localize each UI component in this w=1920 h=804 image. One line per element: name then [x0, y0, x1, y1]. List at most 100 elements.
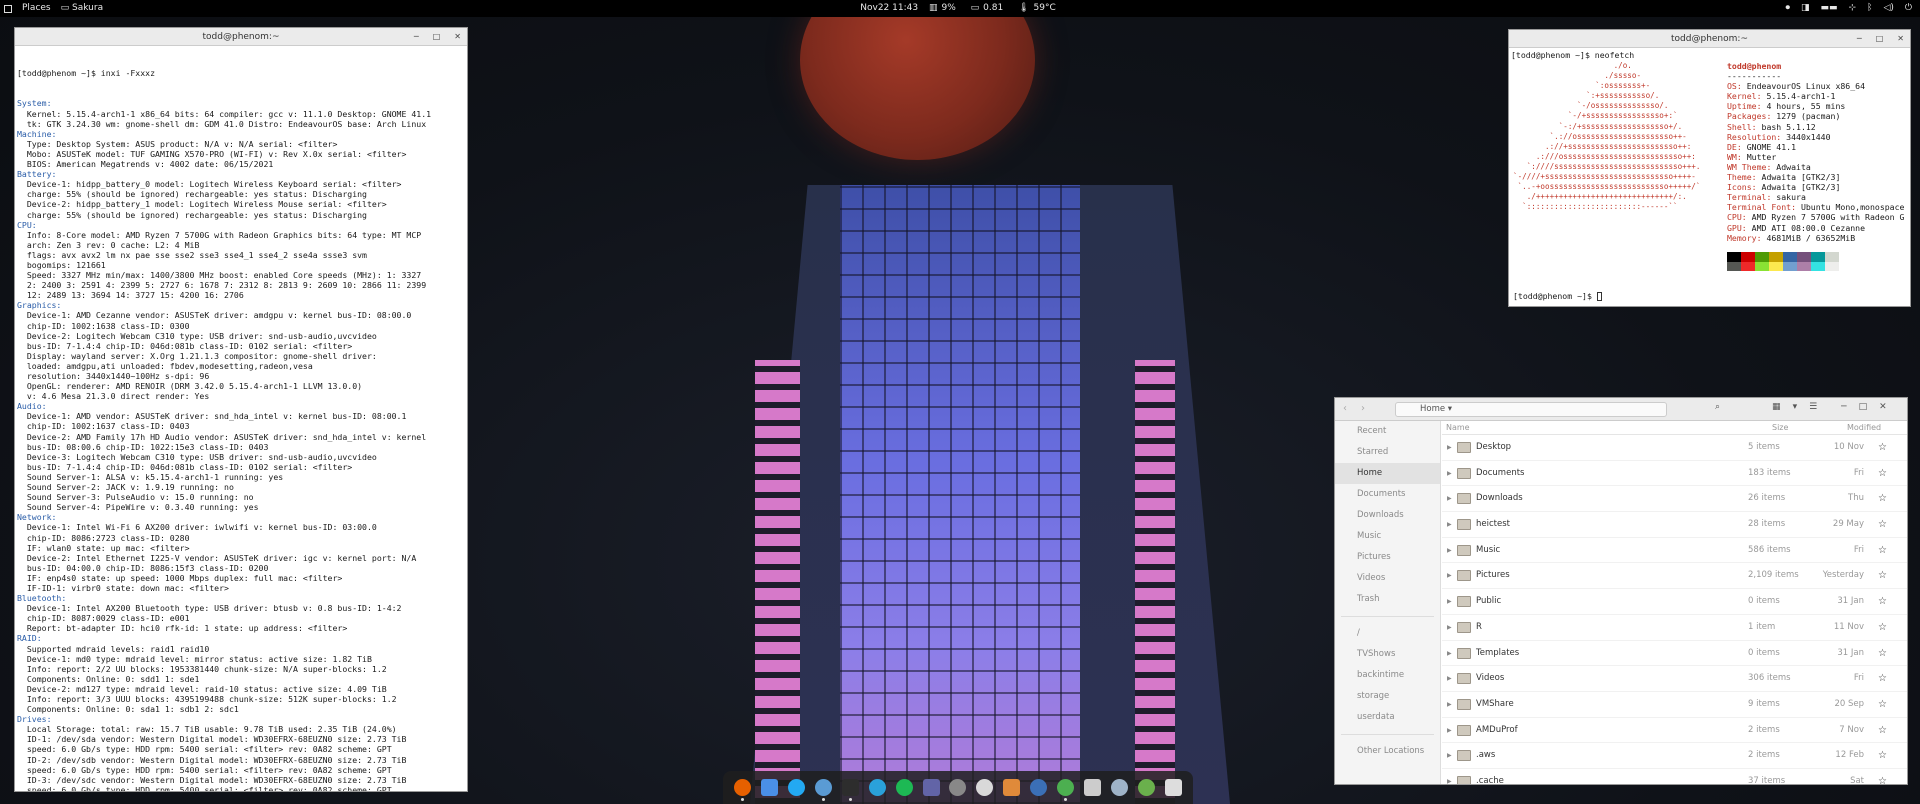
sidebar-item-music[interactable]: Music [1335, 526, 1440, 547]
file-row[interactable]: ▶ VMShare 9 items 20 Sep ☆ [1442, 692, 1907, 718]
star-icon[interactable]: ☆ [1878, 563, 1887, 588]
sidebar-item-mount[interactable]: / [1335, 623, 1440, 644]
terminal-icon[interactable] [841, 779, 859, 801]
activities-icon[interactable] [4, 4, 12, 13]
back-button[interactable]: ‹ [1343, 403, 1347, 414]
sidebar-item-videos[interactable]: Videos [1335, 568, 1440, 589]
bag-icon[interactable] [976, 779, 994, 796]
files-icon[interactable] [814, 779, 832, 801]
star-icon[interactable]: ☆ [1878, 718, 1887, 743]
minimize-button[interactable]: ─ [1857, 30, 1862, 48]
vpn-icon[interactable] [1030, 779, 1048, 796]
expand-arrow-icon[interactable]: ▶ [1447, 624, 1452, 631]
clock[interactable]: Nov22 11:43 [860, 3, 918, 13]
file-row[interactable]: ▶ R 1 item 11 Nov ☆ [1442, 615, 1907, 641]
path-bar[interactable]: Home ▾ [1395, 402, 1667, 417]
sidebar-item-home[interactable]: Home [1335, 463, 1440, 484]
file-row[interactable]: ▶ Templates 0 items 31 Jan ☆ [1442, 641, 1907, 667]
sidebar-item-pictures[interactable]: Pictures [1335, 547, 1440, 568]
bluetooth-icon[interactable]: ᛒ [1867, 0, 1872, 17]
star-icon[interactable]: ☆ [1878, 692, 1887, 717]
file-row[interactable]: ▶ .cache 37 items Sat ☆ [1442, 769, 1907, 784]
sidebar-item-mount[interactable]: userdata [1335, 707, 1440, 728]
sidebar-item-mount[interactable]: storage [1335, 686, 1440, 707]
view-options-icon[interactable]: ▾ [1793, 402, 1798, 412]
store-icon[interactable] [1138, 779, 1156, 796]
file-row[interactable]: ▶ AMDuProf 2 items 7 Nov ☆ [1442, 718, 1907, 744]
close-button[interactable]: ✕ [454, 28, 461, 46]
teams-icon[interactable] [922, 779, 940, 796]
screenshot-icon[interactable] [1111, 779, 1129, 796]
expand-arrow-icon[interactable]: ▶ [1447, 495, 1452, 502]
expand-arrow-icon[interactable]: ▶ [1447, 727, 1452, 734]
sidebar-item-recent[interactable]: Recent [1335, 421, 1440, 442]
expand-arrow-icon[interactable]: ▶ [1447, 752, 1452, 759]
sidebar-item-other-locations[interactable]: Other Locations [1335, 741, 1440, 762]
search-icon[interactable]: ⌕ [1715, 402, 1720, 412]
expand-arrow-icon[interactable]: ▶ [1447, 650, 1452, 657]
forward-button[interactable]: › [1361, 403, 1365, 414]
star-icon[interactable]: ☆ [1878, 743, 1887, 768]
name-column-header[interactable]: Name [1446, 421, 1470, 435]
sidebar-item-mount[interactable]: backintime [1335, 665, 1440, 686]
expand-arrow-icon[interactable]: ▶ [1447, 572, 1452, 579]
terminal-output[interactable]: [todd@phenom ~]$ inxi -Fxxxz System: Ker… [15, 46, 467, 791]
apps-grid-icon[interactable] [1164, 779, 1182, 796]
window-list-icon[interactable]: ▬▬ [1820, 0, 1837, 17]
expand-arrow-icon[interactable]: ▶ [1447, 778, 1452, 784]
app-menu[interactable]: ▭ Sakura [61, 0, 103, 17]
star-icon[interactable]: ☆ [1878, 435, 1887, 460]
terminal-titlebar[interactable]: todd@phenom:~ ─ □ ✕ [15, 28, 467, 46]
spotify-icon[interactable] [895, 779, 913, 796]
sidebar-item-documents[interactable]: Documents [1335, 484, 1440, 505]
minimize-button[interactable]: ─ [1841, 402, 1846, 412]
settings-icon[interactable] [1084, 779, 1102, 796]
file-row[interactable]: ▶ Music 586 items Fri ☆ [1442, 538, 1907, 564]
file-row[interactable]: ▶ heictest 28 items 29 May ☆ [1442, 512, 1907, 538]
star-icon[interactable]: ☆ [1878, 769, 1887, 784]
screen-record-icon[interactable]: ⏺ [1785, 0, 1790, 17]
audio-icon[interactable] [949, 779, 967, 796]
maximize-button[interactable]: □ [433, 28, 441, 46]
expand-arrow-icon[interactable]: ▶ [1447, 701, 1452, 708]
file-row[interactable]: ▶ .aws 2 items 12 Feb ☆ [1442, 743, 1907, 769]
files-window[interactable]: ‹ › Home ▾ ⌕ ▦ ▾ ☰ ─ □ ✕ Recent Starred Hom… [1334, 397, 1908, 785]
minimize-button[interactable]: ─ [414, 28, 419, 46]
photos-icon[interactable] [1003, 779, 1021, 796]
star-icon[interactable]: ☆ [1878, 512, 1887, 537]
extensions-icon[interactable] [1057, 779, 1075, 801]
terminal-cursor-line[interactable]: [todd@phenom ~]$ [1513, 291, 1602, 301]
places-menu[interactable]: Places [22, 0, 51, 17]
sidebar-item-mount[interactable]: TVShows [1335, 644, 1440, 665]
vscode-icon[interactable] [787, 779, 805, 796]
chromium-icon[interactable] [760, 779, 778, 796]
star-icon[interactable]: ☆ [1878, 615, 1887, 640]
expand-arrow-icon[interactable]: ▶ [1447, 675, 1452, 682]
sidebar-item-starred[interactable]: Starred [1335, 442, 1440, 463]
file-row[interactable]: ▶ Downloads 26 items Thu ☆ [1442, 486, 1907, 513]
star-icon[interactable]: ☆ [1878, 461, 1887, 486]
inxi-terminal-window[interactable]: todd@phenom:~ ─ □ ✕ [todd@phenom ~]$ inxi … [14, 27, 468, 792]
expand-arrow-icon[interactable]: ▶ [1447, 521, 1452, 528]
expand-arrow-icon[interactable]: ▶ [1447, 598, 1452, 605]
menu-icon[interactable]: ☰ [1809, 402, 1817, 412]
sidebar-item-downloads[interactable]: Downloads [1335, 505, 1440, 526]
neofetch-terminal-window[interactable]: todd@phenom:~ ─ □ ✕ [todd@phenom ~]$ neofe… [1508, 29, 1911, 307]
star-icon[interactable]: ☆ [1878, 666, 1887, 691]
volume-icon[interactable]: ◁) [1883, 0, 1893, 17]
close-button[interactable]: ✕ [1879, 402, 1887, 412]
file-row[interactable]: ▶ Documents 183 items Fri ☆ [1442, 461, 1907, 487]
close-button[interactable]: ✕ [1897, 30, 1904, 48]
telegram-icon[interactable] [868, 779, 886, 796]
expand-arrow-icon[interactable]: ▶ [1447, 547, 1452, 554]
maximize-button[interactable]: □ [1876, 30, 1884, 48]
file-row[interactable]: ▶ Public 0 items 31 Jan ☆ [1442, 589, 1907, 615]
star-icon[interactable]: ☆ [1878, 486, 1887, 511]
sidebar-item-trash[interactable]: Trash [1335, 589, 1440, 610]
firefox-icon[interactable] [733, 779, 751, 801]
expand-arrow-icon[interactable]: ▶ [1447, 444, 1452, 451]
file-row[interactable]: ▶ Pictures 2,109 items Yesterday ☆ [1442, 563, 1907, 590]
network-icon[interactable]: ⊹ [1848, 0, 1856, 17]
file-row[interactable]: ▶ Desktop 5 items 10 Nov ☆ [1442, 435, 1907, 461]
modified-column-header[interactable]: Modified [1847, 421, 1881, 435]
